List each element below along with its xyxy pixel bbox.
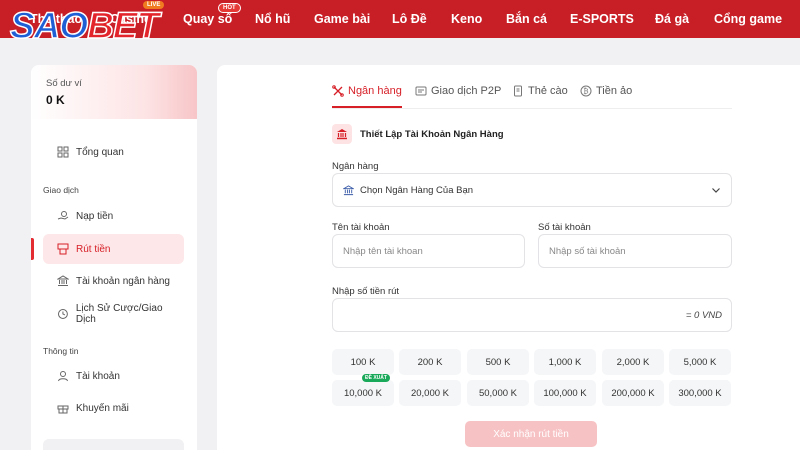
withdraw-panel: Ngân hàng Giao dịch P2P Thẻ cào ₿ Tiền ả… [217,65,800,450]
nav-card-games[interactable]: Game bài [314,12,370,26]
hot-badge: HOT [218,3,241,13]
amount-chip-suggested[interactable]: ĐỀ XUẤT 10,000 K [332,374,394,406]
amount-chip[interactable]: 1,000 K [534,349,596,375]
wallet-balance-card: Số dư ví 0 K [31,65,197,119]
hand-coin-icon [57,211,69,220]
logo-text-sao: SAO [9,5,89,47]
nav-lottery[interactable]: Quay số [183,12,232,26]
amount-chip[interactable]: 100 K [332,349,394,375]
sidebar-item-withdraw[interactable]: Rút tiền [43,234,184,264]
nav-cockfight[interactable]: Đá gà [655,12,689,26]
wallet-value: 0 K [46,93,65,107]
bank-icon [57,275,69,286]
sidebar-item-deposit[interactable]: Nạp tiền [43,201,184,231]
sidebar-item-label: Khuyến mãi [76,402,129,414]
bank-icon [343,184,354,195]
section-heading: Thiết Lập Tài Khoản Ngân Hàng [332,124,504,144]
account-name-input[interactable]: Nhập tên tài khoan [332,234,525,268]
amount-chip[interactable]: 2,000 K [602,349,664,375]
amount-chip[interactable]: 20,000 K [399,380,461,406]
scratch-card-icon [514,85,522,97]
sidebar-item-overview[interactable]: Tổng quan [43,137,184,167]
amount-chip[interactable]: 5,000 K [669,349,731,375]
crypto-coin-icon: ₿ [580,85,592,97]
account-number-input[interactable]: Nhập số tài khoản [538,234,732,268]
amount-chip[interactable]: 300,000 K [669,380,731,406]
tab-label: Giao dịch P2P [431,85,502,97]
tab-label: Ngân hàng [348,85,402,97]
gift-icon [57,405,69,414]
svg-text:₿: ₿ [583,88,588,96]
sidebar-item-bank-accounts[interactable]: Tài khoản ngân hàng [43,266,184,296]
live-badge: LIVE [143,1,165,9]
sidebar-section-info: Thông tin [43,346,79,356]
section-title-text: Thiết Lập Tài Khoản Ngân Hàng [360,128,504,140]
sidebar-footer-button[interactable] [43,439,184,450]
nav-lode[interactable]: Lô Đề [392,12,427,26]
sidebar-item-label: Tài khoản ngân hàng [76,275,170,287]
amount-chip[interactable]: 100,000 K [534,380,596,406]
bank-label: Ngân hàng [332,161,379,172]
amount-chip[interactable]: 200,000 K [602,380,664,406]
tab-card[interactable]: Thẻ cào [512,85,568,108]
account-number-label: Số tài khoản [538,222,591,233]
tab-label: Tiền ảo [596,85,633,97]
chevron-down-icon [712,188,720,193]
sidebar-item-promotions[interactable]: Khuyến mãi [43,393,184,423]
active-indicator [31,238,34,260]
nav-keno[interactable]: Keno [451,12,482,26]
nav-esports[interactable]: E-SPORTS [570,12,634,26]
grid-icon [57,146,69,158]
tab-bank[interactable]: Ngân hàng [332,85,402,108]
amount-chip-label: 10,000 K [343,387,383,399]
p2p-icon [415,86,427,96]
tab-p2p[interactable]: Giao dịch P2P [415,85,501,108]
amount-input[interactable]: = 0 VND [332,298,732,332]
bank-select[interactable]: Chọn Ngân Hàng Của Bạn [332,173,732,207]
wallet-label: Số dư ví [46,78,82,89]
nav-game-portal[interactable]: Cổng game [714,12,782,26]
user-icon [58,371,68,382]
amount-label: Nhập số tiền rút [332,286,400,297]
tab-label: Thẻ cào [528,85,568,97]
sidebar-item-account[interactable]: Tài khoản [43,361,184,391]
payment-method-tabs: Ngân hàng Giao dịch P2P Thẻ cào ₿ Tiền ả… [332,85,732,109]
brand-logo[interactable]: SAOBET [9,5,160,47]
sidebar-item-label: Nạp tiền [76,210,114,222]
account-sidebar: Số dư ví 0 K Tổng quan Giao dịch Nạp tiề… [31,65,197,450]
amount-chip[interactable]: 200 K [399,349,461,375]
amount-chip[interactable]: 500 K [467,349,529,375]
account-name-label: Tên tài khoản [332,222,390,233]
confirm-withdraw-button[interactable]: Xác nhận rút tiền [465,421,597,447]
bank-icon [332,124,352,144]
suggested-tag: ĐỀ XUẤT [362,374,390,382]
nav-fishing[interactable]: Bắn cá [506,12,547,26]
bank-transfer-icon [332,85,344,97]
amount-chip[interactable]: 50,000 K [467,380,529,406]
logo-text-bet: BET [86,5,160,47]
tab-crypto[interactable]: ₿ Tiền ảo [580,85,632,108]
sidebar-item-label: Tổng quan [76,146,124,158]
atm-icon [57,243,69,255]
account-number-placeholder: Nhập số tài khoản [549,245,626,257]
nav-slots[interactable]: Nổ hũ [255,12,290,26]
sidebar-item-history[interactable]: Lịch Sử Cược/Giao Dịch [43,299,184,329]
sidebar-section-transactions: Giao dịch [43,185,79,195]
history-icon [57,309,68,319]
sidebar-item-label: Lịch Sử Cược/Giao Dịch [75,303,163,325]
account-name-placeholder: Nhập tên tài khoan [343,245,423,257]
sidebar-item-label: Tài khoản [76,370,120,382]
amount-conversion: = 0 VND [685,309,722,321]
bank-select-value: Chọn Ngân Hàng Của Bạn [360,184,474,196]
sidebar-item-label: Rút tiền [76,243,111,255]
